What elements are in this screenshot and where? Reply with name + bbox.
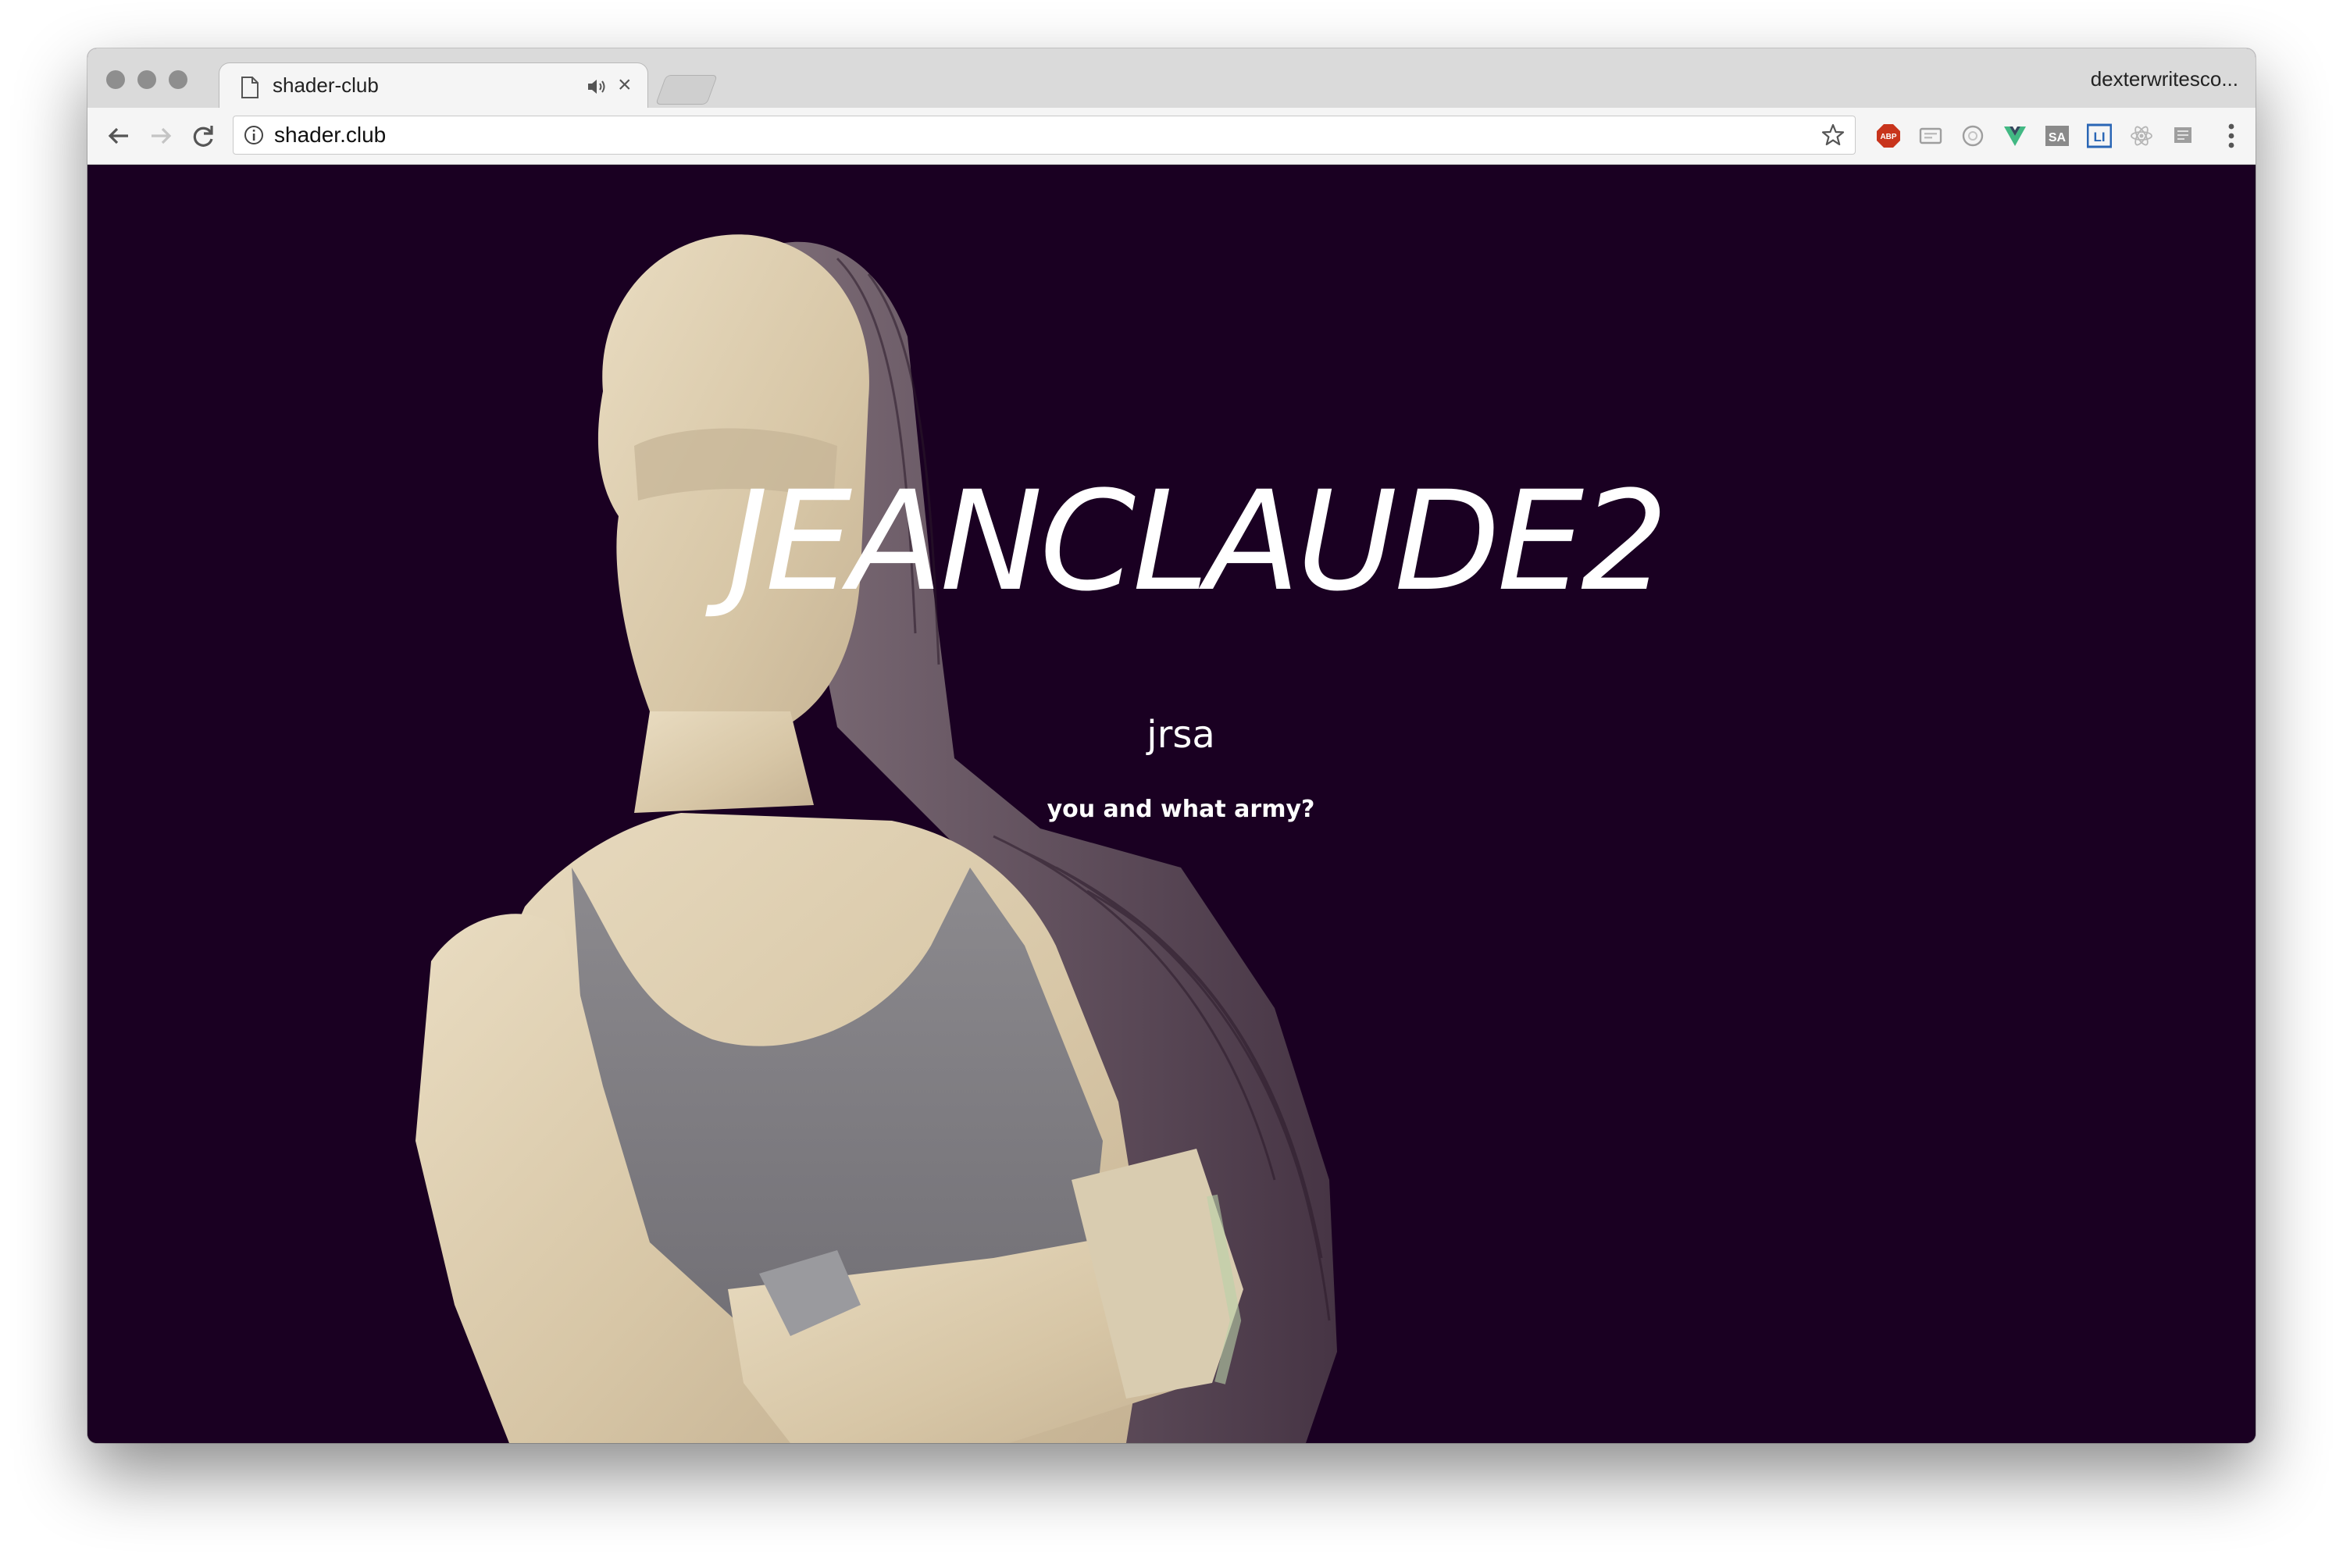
page-headline: JEANCLAUDE2 <box>728 461 1668 622</box>
adblock-plus-icon[interactable]: ABP <box>1876 123 1901 148</box>
browser-toolbar: shader.club ABP SA LI <box>87 108 2256 165</box>
new-tab-button[interactable] <box>655 75 718 105</box>
forward-arrow-icon <box>152 127 172 144</box>
maximize-window-button[interactable] <box>169 70 187 89</box>
bookmark-star-icon[interactable] <box>1821 123 1846 148</box>
shader-tagline: you and what army? <box>1047 796 1315 823</box>
info-icon[interactable] <box>243 124 265 146</box>
address-bar[interactable]: shader.club <box>233 116 1856 155</box>
notes-extension-icon[interactable] <box>2171 123 2196 148</box>
li-extension-icon[interactable]: LI <box>2087 123 2112 148</box>
page-icon <box>241 77 259 98</box>
tab-title: shader-club <box>273 73 379 97</box>
audio-playing-icon[interactable] <box>587 77 608 97</box>
forward-button[interactable] <box>142 117 180 155</box>
url-text[interactable]: shader.club <box>274 123 386 148</box>
tab-strip: shader-club × dexterwritesco... <box>87 48 2256 109</box>
reload-button[interactable] <box>184 117 222 155</box>
sa-extension-icon[interactable]: SA <box>2045 123 2070 148</box>
react-devtools-icon[interactable] <box>2129 123 2154 148</box>
minimize-window-button[interactable] <box>137 70 156 89</box>
circle-extension-icon[interactable] <box>1960 123 1985 148</box>
profile-name[interactable]: dexterwritesco... <box>2091 67 2238 91</box>
cast-icon[interactable] <box>1918 123 1943 148</box>
back-arrow-icon <box>108 127 128 144</box>
page-viewport: JEANCLAUDE2 jrsa you and what army? <box>87 165 2256 1443</box>
tab-shader-club[interactable]: shader-club × <box>219 62 648 108</box>
svg-text:LI: LI <box>2093 130 2105 144</box>
more-menu-icon[interactable] <box>2227 120 2235 151</box>
svg-text:ABP: ABP <box>1880 133 1896 141</box>
close-window-button[interactable] <box>106 70 125 89</box>
svg-text:SA: SA <box>2049 131 2067 144</box>
shader-author[interactable]: jrsa <box>1025 713 1337 757</box>
reload-icon <box>193 126 213 147</box>
vue-devtools-icon[interactable] <box>2002 123 2027 148</box>
tab-close-icon[interactable]: × <box>618 73 632 97</box>
browser-window: shader-club × dexterwritesco... shader.c… <box>87 48 2256 1443</box>
back-button[interactable] <box>100 117 137 155</box>
